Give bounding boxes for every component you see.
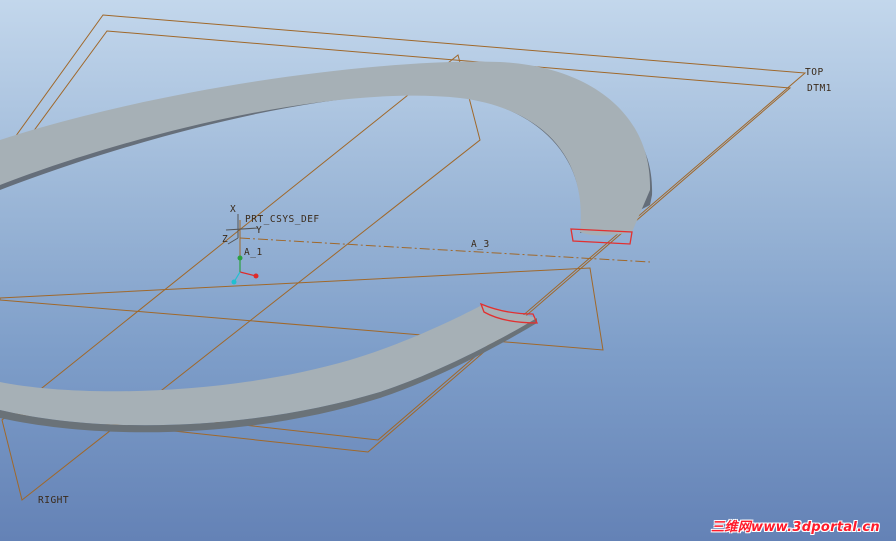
axis-label-a1: A_1 — [244, 247, 263, 258]
csys-label: PRT_CSYS_DEF — [245, 214, 320, 225]
csys-x-label: X — [230, 204, 236, 215]
axis-label-a3: A_3 — [471, 239, 490, 250]
model-scene[interactable]: X Y Z TOP DTM1 RIGHT PRT_CSYS_DEF A_1 A_… — [0, 0, 896, 541]
datum-label-dtm1: DTM1 — [807, 83, 832, 94]
watermark: 三维网www.3dportal.cn — [711, 520, 880, 535]
model-viewport[interactable]: X Y Z TOP DTM1 RIGHT PRT_CSYS_DEF A_1 A_… — [0, 0, 896, 541]
csys-y-label: Y — [256, 225, 262, 236]
ring-top-surface[interactable] — [0, 61, 651, 236]
orientation-triad — [231, 255, 259, 285]
datum-label-top: TOP — [805, 67, 824, 78]
csys-z-label: Z — [222, 234, 228, 245]
datum-label-right: RIGHT — [38, 495, 69, 506]
